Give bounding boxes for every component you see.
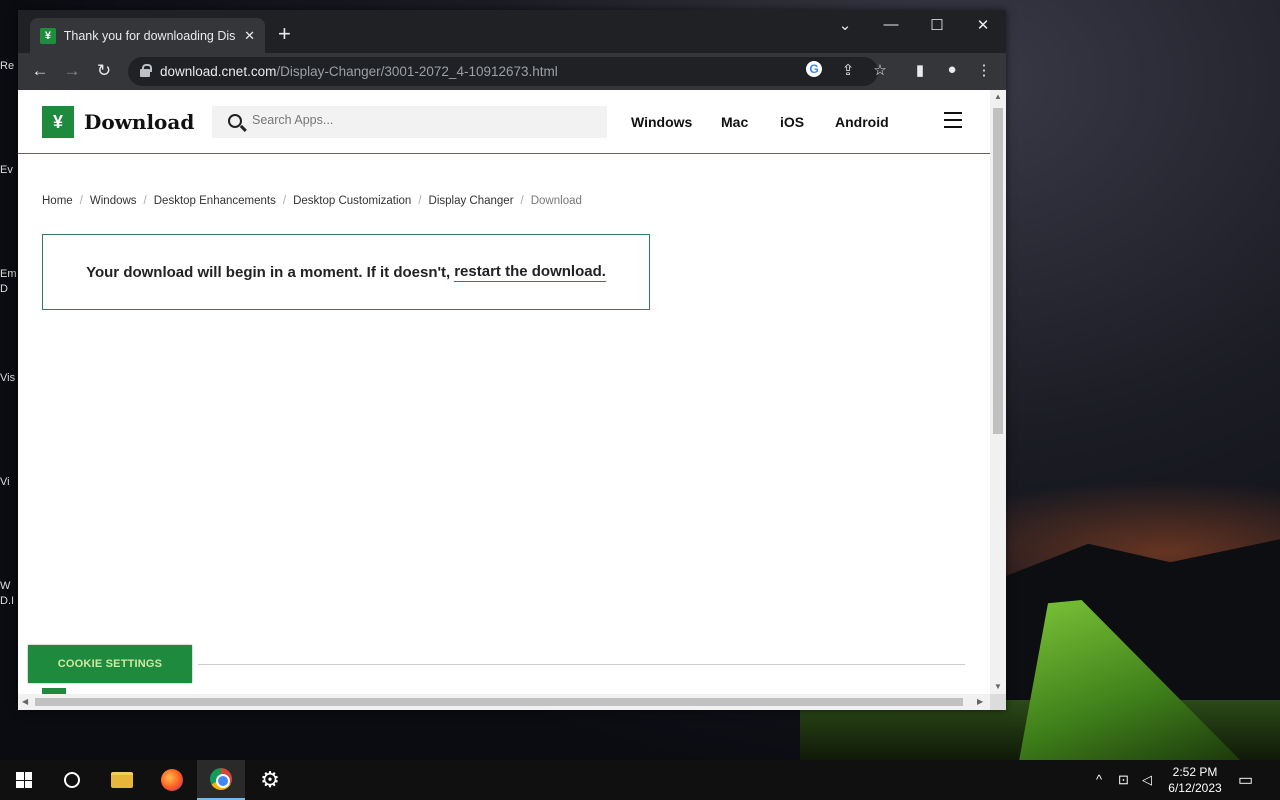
breadcrumb-home[interactable]: Home [42, 195, 73, 207]
desktop-icon-label[interactable]: D [0, 283, 18, 295]
nav-windows[interactable]: Windows [631, 114, 692, 130]
bookmark-star-icon[interactable]: ☆ [870, 61, 890, 79]
tab-title: Thank you for downloading Disp [63, 28, 237, 43]
taskbar: ⚙ ^ ⊡ ◁ 2:52 PM 6/12/2023 ▭ [0, 760, 1280, 800]
lock-icon[interactable] [140, 64, 152, 77]
scroll-right-icon[interactable]: ▶ [977, 697, 983, 706]
start-button[interactable] [0, 760, 48, 800]
settings-button[interactable]: ⚙ [246, 760, 294, 800]
site-header: ¥ Download Windows Mac iOS Android [18, 90, 990, 154]
maximize-button[interactable]: ☐ [925, 16, 949, 34]
cookie-settings-button[interactable]: COOKIE SETTINGS [28, 645, 192, 683]
side-panel-icon[interactable]: ▮ [910, 61, 930, 79]
firefox-icon [161, 769, 183, 791]
volume-muted-icon[interactable]: ◁ [1142, 772, 1152, 788]
gear-icon: ⚙ [260, 767, 280, 792]
hamburger-menu-icon[interactable] [944, 112, 962, 128]
desktop-icon-label[interactable]: Vi [0, 476, 18, 488]
share-icon[interactable]: ⇪ [838, 61, 858, 79]
chrome-icon [210, 768, 232, 790]
desktop-icon-label[interactable]: W [0, 580, 18, 592]
nav-ios[interactable]: iOS [780, 114, 804, 130]
browser-toolbar: ← → ↻ download.cnet.com/Display-Changer/… [18, 53, 1006, 90]
desktop-icon-label[interactable]: D.I [0, 595, 18, 607]
search-box[interactable] [212, 106, 607, 138]
breadcrumb-current: Download [530, 195, 582, 207]
download-favicon-icon: ¥ [40, 27, 56, 44]
network-icon[interactable]: ⊡ [1118, 772, 1129, 788]
search-taskbar-icon[interactable] [48, 760, 96, 800]
download-logo-icon[interactable]: ¥ [42, 106, 74, 138]
tab-active[interactable]: ¥ Thank you for downloading Disp ✕ [30, 18, 265, 53]
scrollbar-corner [990, 694, 1006, 710]
search-input[interactable] [252, 113, 592, 127]
clock-time: 2:52 PM [1172, 765, 1218, 779]
browser-window: ¥ Thank you for downloading Disp ✕ + ⌄ —… [18, 10, 1006, 710]
vertical-scroll-thumb[interactable] [993, 108, 1003, 434]
notification-center-icon[interactable]: ▭ [1238, 770, 1253, 790]
desktop-icon-label[interactable]: Em [0, 268, 18, 280]
horizontal-scroll-thumb[interactable] [35, 698, 963, 706]
file-explorer-button[interactable] [98, 760, 146, 800]
clock-date: 6/12/2023 [1168, 781, 1222, 795]
chrome-button[interactable] [197, 760, 245, 800]
desktop-icon-label[interactable]: Ev [0, 164, 18, 176]
page-viewport: ¥ Download Windows Mac iOS Android Home/… [18, 90, 990, 694]
system-clock[interactable]: 2:52 PM 6/12/2023 [1160, 764, 1230, 796]
restart-download-link[interactable]: restart the download. [454, 263, 606, 282]
desktop-icon-label[interactable]: Vis [0, 372, 18, 384]
minimize-button[interactable]: — [879, 16, 903, 33]
forward-button[interactable]: → [61, 61, 83, 81]
new-tab-button[interactable]: + [278, 23, 291, 45]
breadcrumb: Home / Windows / Desktop Enhancements / Deskto… [42, 195, 582, 207]
notice-text: Your download will begin in a moment. If… [86, 263, 451, 281]
url-path: /Display-Changer/3001-2072_4-10912673.ht… [276, 64, 558, 79]
vertical-scrollbar[interactable]: ▲ ▼ [990, 90, 1006, 694]
scroll-up-icon[interactable]: ▲ [994, 92, 1002, 101]
browser-menu-icon[interactable]: ⋮ [974, 61, 994, 79]
search-icon[interactable] [228, 114, 242, 128]
site-logo-text[interactable]: Download [84, 110, 194, 134]
nav-android[interactable]: Android [835, 114, 889, 130]
back-button[interactable]: ← [29, 61, 51, 81]
breadcrumb-desktop-customization[interactable]: Desktop Customization [293, 195, 411, 207]
nav-mac[interactable]: Mac [721, 114, 748, 130]
url-host: download.cnet.com [160, 64, 277, 79]
profile-icon[interactable]: ● [942, 61, 962, 78]
tray-chevron-icon[interactable]: ^ [1096, 772, 1102, 787]
tab-search-icon[interactable]: ⌄ [833, 16, 857, 34]
url-text[interactable]: download.cnet.com/Display-Changer/3001-2… [160, 64, 558, 79]
title-bar: ¥ Thank you for downloading Disp ✕ + ⌄ —… [18, 10, 1006, 53]
magnifier-icon [64, 772, 80, 788]
scroll-left-icon[interactable]: ◀ [22, 697, 28, 706]
windows-logo-icon [16, 772, 32, 788]
address-bar[interactable]: download.cnet.com/Display-Changer/3001-2… [128, 57, 878, 86]
close-window-button[interactable]: ✕ [971, 16, 995, 34]
breadcrumb-display-changer[interactable]: Display Changer [429, 195, 514, 207]
breadcrumb-windows[interactable]: Windows [90, 195, 137, 207]
google-icon[interactable]: G [806, 61, 826, 77]
folder-icon [111, 772, 133, 788]
firefox-button[interactable] [148, 760, 196, 800]
breadcrumb-desktop-enhancements[interactable]: Desktop Enhancements [154, 195, 276, 207]
reload-button[interactable]: ↻ [93, 61, 115, 81]
horizontal-scrollbar[interactable]: ◀ ▶ [18, 694, 990, 710]
tab-close-icon[interactable]: ✕ [244, 28, 255, 44]
desktop-icon-label[interactable]: Re [0, 60, 18, 72]
download-notice: Your download will begin in a moment. If… [42, 234, 650, 310]
scroll-down-icon[interactable]: ▼ [994, 682, 1002, 691]
divider [198, 664, 965, 665]
